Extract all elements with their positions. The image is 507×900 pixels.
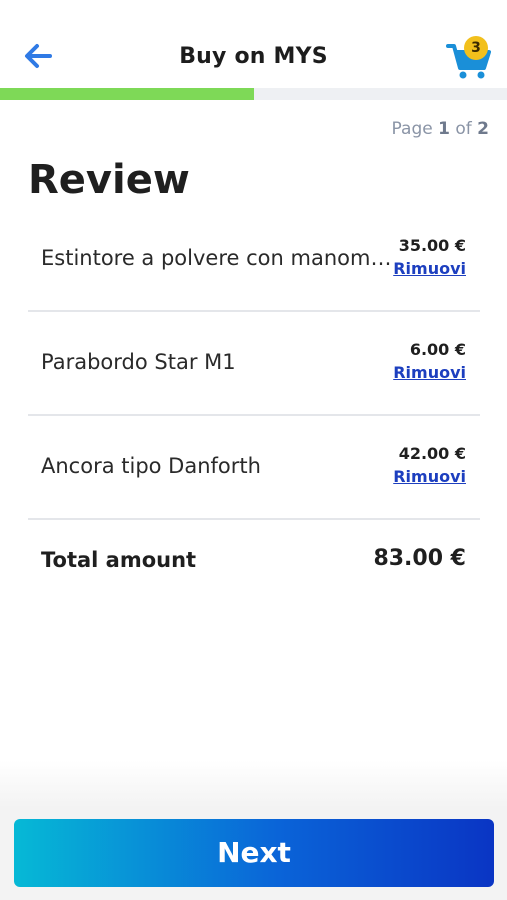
progress-bar-fill xyxy=(0,88,254,100)
remove-item-link[interactable]: Rimuovi xyxy=(393,467,466,486)
total-label: Total amount xyxy=(41,548,197,572)
progress-bar xyxy=(0,88,507,100)
cart-count-badge: 3 xyxy=(464,36,488,60)
list-item: Ancora tipo Danforth 42.00 € Rimuovi xyxy=(28,416,480,520)
page-indicator-current: 1 xyxy=(438,119,450,139)
page-indicator-total: 2 xyxy=(477,119,489,139)
remove-item-link[interactable]: Rimuovi xyxy=(393,259,466,278)
total-value: 83.00 € xyxy=(373,546,466,571)
list-item: Estintore a polvere con manometro 35.00 … xyxy=(28,208,480,312)
page-indicator: Page 1 of 2 xyxy=(392,119,489,139)
item-price: 6.00 € xyxy=(409,340,466,359)
section-heading: Review xyxy=(28,157,190,203)
list-item: Parabordo Star M1 6.00 € Rimuovi xyxy=(28,312,480,416)
cart-item-list: Estintore a polvere con manometro 35.00 … xyxy=(28,208,480,604)
footer-fade xyxy=(0,760,507,808)
remove-item-link[interactable]: Rimuovi xyxy=(393,363,466,382)
page-indicator-sep: of xyxy=(455,119,472,139)
total-row: Total amount 83.00 € xyxy=(28,520,480,604)
item-name: Ancora tipo Danforth xyxy=(41,454,261,478)
item-name: Estintore a polvere con manometro xyxy=(41,246,396,270)
item-price: 35.00 € xyxy=(398,236,466,255)
cart-button[interactable]: 3 xyxy=(440,32,496,82)
app-header: Buy on MYS 3 xyxy=(0,0,507,88)
item-name: Parabordo Star M1 xyxy=(41,350,236,374)
page-title: Buy on MYS xyxy=(179,44,328,69)
item-price: 42.00 € xyxy=(398,444,466,463)
next-button[interactable]: Next xyxy=(14,819,494,887)
page-indicator-prefix: Page xyxy=(391,119,433,139)
